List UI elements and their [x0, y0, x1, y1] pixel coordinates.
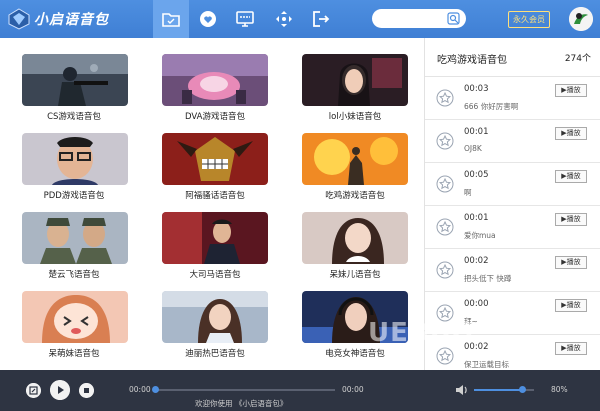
play-button[interactable]: ▶播放: [555, 256, 587, 269]
volume-level: [474, 389, 522, 391]
card-label: 电竞女神语音包: [325, 349, 385, 359]
user-avatar-icon: [569, 7, 593, 31]
card-label: 楚云飞语音包: [48, 270, 100, 280]
card-dilireba[interactable]: [162, 291, 268, 343]
nav-home-button[interactable]: [153, 0, 189, 38]
sound-title: 保卫运载目标: [464, 360, 509, 369]
play-button[interactable]: ▶播放: [555, 213, 587, 226]
card-chuyunfei[interactable]: [22, 212, 128, 264]
card-image: [302, 54, 408, 106]
vip-button[interactable]: 永久会员: [508, 11, 550, 28]
card-image: [302, 133, 408, 185]
folder-icon: [162, 13, 180, 27]
star-icon[interactable]: [436, 347, 454, 365]
nav-favorites-button[interactable]: [190, 0, 226, 38]
sound-duration: 00:01: [464, 213, 489, 223]
card-afu[interactable]: [162, 133, 268, 185]
star-icon[interactable]: [436, 218, 454, 236]
player-bar: 00:00 00:00 欢迎你使用 《小启语音包》 80%: [0, 370, 600, 411]
nav-screen-button[interactable]: [227, 0, 263, 38]
heart-icon: [200, 11, 216, 27]
card-cs[interactable]: [22, 54, 128, 106]
exit-icon: [313, 11, 330, 27]
play-button[interactable]: ▶播放: [555, 170, 587, 183]
sound-item[interactable]: 00:02 把头低下 快蹲 ▶播放: [425, 249, 600, 292]
card-lol[interactable]: [302, 54, 408, 106]
card-image: [162, 54, 268, 106]
sound-title: 666 你好厉害啊: [464, 102, 519, 111]
nav-move-button[interactable]: [266, 0, 302, 38]
card-label: PDD游戏语音包: [43, 191, 105, 201]
card-image: [162, 212, 268, 264]
sound-duration: 00:02: [464, 256, 489, 266]
card-label: CS游戏语音包: [47, 112, 101, 122]
card-pdd[interactable]: [22, 133, 128, 185]
card-label: 呆萌妹语音包: [48, 349, 100, 359]
card-image: [22, 54, 128, 106]
card-chiji[interactable]: [302, 133, 408, 185]
card-label: DVA游戏语音包: [185, 112, 245, 122]
volume-handle[interactable]: [518, 386, 526, 393]
card-label: 迪丽热巴语音包: [185, 349, 245, 359]
avatar[interactable]: [569, 7, 593, 31]
sound-count: 274个: [564, 54, 591, 64]
card-label: 大司马语音包: [189, 270, 241, 280]
card-image: [22, 133, 128, 185]
card-image: [22, 212, 128, 264]
sound-item[interactable]: 00:01 OJ8K ▶播放: [425, 120, 600, 163]
voice-pack-grid: CS游戏语音包 DVA游戏语音包 lol小妹语音包 PDD游戏语音包 阿福骚话语…: [0, 38, 424, 370]
sound-item[interactable]: 00:03 666 你好厉害啊 ▶播放: [425, 77, 600, 120]
sound-duration: 00:00: [464, 299, 489, 309]
monitor-icon: [236, 11, 254, 27]
sound-duration: 00:01: [464, 127, 489, 137]
watermark: UEBUG: [368, 318, 475, 348]
app-title: 小启语音包: [34, 12, 109, 28]
play-button[interactable]: ▶播放: [555, 127, 587, 140]
sound-title: 爱你mua: [464, 231, 496, 240]
card-label: 呆妹儿语音包: [329, 270, 381, 280]
play-button[interactable]: ▶播放: [555, 299, 587, 312]
card-label: 吃鸡游戏语音包: [325, 191, 385, 201]
move-icon: [276, 11, 292, 27]
sound-duration: 00:03: [464, 84, 489, 94]
sound-item[interactable]: 00:01 爱你mua ▶播放: [425, 206, 600, 249]
star-icon[interactable]: [436, 132, 454, 150]
card-image: [302, 212, 408, 264]
panel-title: 吃鸡游戏语音包: [437, 55, 507, 66]
card-image: [162, 291, 268, 343]
play-pause-button[interactable]: [50, 380, 70, 400]
progress-bar[interactable]: [155, 389, 335, 391]
volume-percent: 80%: [551, 385, 568, 394]
card-label: lol小妹语音包: [328, 112, 382, 122]
sound-title: 啊: [464, 188, 472, 197]
sound-title: OJ8K: [464, 144, 482, 153]
star-icon[interactable]: [436, 89, 454, 107]
play-button[interactable]: ▶播放: [555, 342, 587, 355]
sound-item[interactable]: 00:05 啊 ▶播放: [425, 163, 600, 206]
star-icon[interactable]: [436, 261, 454, 279]
app-logo-icon: [8, 8, 30, 30]
search-icon[interactable]: [447, 12, 460, 25]
search-input[interactable]: [372, 9, 466, 28]
sound-duration: 00:05: [464, 170, 489, 180]
play-button[interactable]: ▶播放: [555, 84, 587, 97]
volume-icon[interactable]: [455, 383, 469, 397]
card-label: 阿福骚话语音包: [185, 191, 245, 201]
card-dva[interactable]: [162, 54, 268, 106]
now-playing-text: 欢迎你使用 《小启语音包》: [195, 399, 288, 408]
nav-exit-button[interactable]: [303, 0, 339, 38]
star-icon[interactable]: [436, 175, 454, 193]
total-time: 00:00: [342, 385, 364, 394]
stop-button[interactable]: [79, 383, 94, 398]
top-bar: 小启语音包 永久会员: [0, 0, 600, 38]
card-daimengmei[interactable]: [22, 291, 128, 343]
card-dasima[interactable]: [162, 212, 268, 264]
cover-button[interactable]: [26, 383, 41, 398]
card-image: [22, 291, 128, 343]
progress-handle[interactable]: [151, 386, 159, 393]
card-daimeier[interactable]: [302, 212, 408, 264]
current-time: 00:00: [129, 385, 151, 394]
card-image: [162, 133, 268, 185]
sound-title: 把头低下 快蹲: [464, 274, 512, 283]
